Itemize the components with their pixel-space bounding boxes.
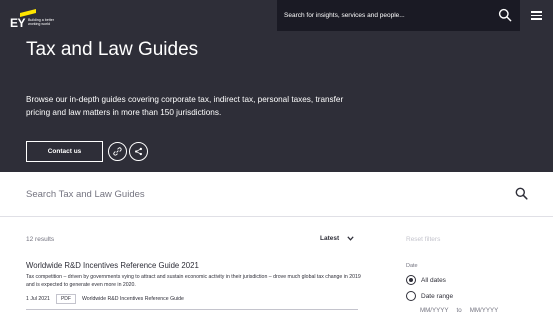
sort-label: Latest bbox=[320, 235, 340, 242]
file-type-badge: PDF bbox=[55, 294, 76, 304]
link-icon bbox=[113, 147, 122, 156]
reset-filters-link[interactable]: Reset filters bbox=[406, 236, 440, 243]
ey-logo[interactable]: EY Building a better working world bbox=[10, 9, 70, 31]
date-range-inputs: MM/YYYY to MM/YYYY bbox=[420, 307, 498, 314]
radio-selected[interactable] bbox=[406, 275, 416, 285]
guides-search-input[interactable] bbox=[26, 186, 496, 202]
filter-option-label: Date range bbox=[421, 292, 454, 300]
search-icon[interactable] bbox=[515, 187, 528, 200]
share-icon bbox=[134, 147, 143, 156]
page-title: Tax and Law Guides bbox=[26, 39, 199, 60]
contact-us-button[interactable]: Contact us bbox=[26, 141, 103, 162]
result-meta: 1 Jul 2021 PDF Worldwide R&D Incentives … bbox=[26, 294, 184, 304]
results-count: 12 results bbox=[26, 236, 55, 243]
guides-search-band bbox=[0, 172, 553, 217]
header-search-bar bbox=[277, 0, 520, 31]
result-description: Tax competition – driven by governments … bbox=[26, 274, 361, 288]
hamburger-menu-icon[interactable] bbox=[531, 11, 542, 20]
filter-all-dates[interactable]: All dates bbox=[406, 275, 446, 285]
date-filter-label: Date bbox=[406, 263, 418, 269]
logo-tagline: Building a better working world bbox=[28, 18, 54, 26]
sort-dropdown[interactable]: Latest bbox=[320, 235, 354, 242]
filter-date-range[interactable]: Date range bbox=[406, 291, 453, 301]
page-description: Browse our in-depth guides covering corp… bbox=[26, 95, 344, 117]
copy-link-button[interactable] bbox=[108, 142, 127, 161]
share-button[interactable] bbox=[129, 142, 148, 161]
date-from-field[interactable]: MM/YYYY bbox=[420, 307, 449, 314]
result-title-link[interactable]: Worldwide R&D Incentives Reference Guide… bbox=[26, 261, 199, 270]
radio-dot-icon bbox=[409, 278, 413, 282]
result-divider bbox=[26, 309, 358, 310]
filter-option-label: All dates bbox=[421, 276, 446, 284]
date-to-label: to bbox=[456, 307, 462, 314]
search-icon[interactable] bbox=[498, 8, 512, 22]
logo-wordmark: EY bbox=[10, 16, 26, 30]
hero-banner: EY Building a better working world Tax a… bbox=[0, 0, 553, 172]
chevron-down-icon bbox=[347, 236, 354, 241]
header-search-input[interactable] bbox=[284, 7, 489, 24]
result-date: 1 Jul 2021 bbox=[26, 296, 50, 302]
result-filename: Worldwide R&D Incentives Reference Guide bbox=[81, 296, 184, 302]
date-to-field[interactable]: MM/YYYY bbox=[470, 307, 499, 314]
radio-unselected[interactable] bbox=[406, 291, 416, 301]
